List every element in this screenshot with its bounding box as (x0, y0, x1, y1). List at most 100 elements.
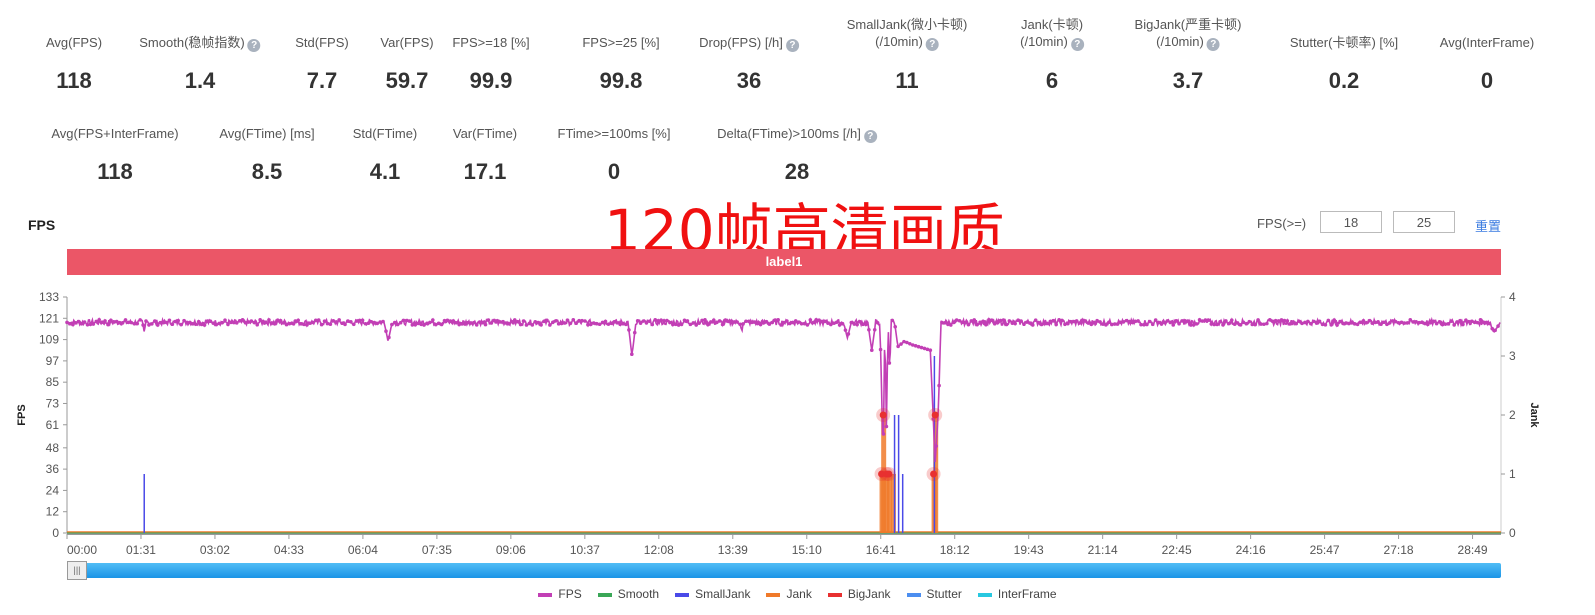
fps-point (884, 424, 889, 429)
fps-point (632, 330, 637, 335)
fps-point (846, 332, 851, 336)
zoom-slider[interactable] (67, 563, 1501, 578)
fps-point (855, 322, 859, 327)
fps-point (565, 318, 570, 322)
x-tick-label: 09:06 (496, 543, 526, 557)
x-tick-label: 15:10 (792, 543, 822, 557)
fps-point (164, 320, 169, 325)
x-tick-label: 06:04 (348, 543, 378, 557)
fps-point (1265, 321, 1269, 326)
x-tick-label: 25:47 (1310, 543, 1340, 557)
fps-point (650, 322, 655, 327)
fps-point (1493, 328, 1497, 333)
fps-point (1150, 322, 1155, 327)
legend-label: BigJank (847, 587, 891, 601)
fps-point (1168, 320, 1173, 325)
fps-point (483, 322, 488, 327)
x-tick-label: 10:37 (570, 543, 600, 557)
fps-point (1221, 323, 1225, 327)
fps-point (1452, 323, 1456, 327)
fps-point (881, 432, 886, 436)
y2-tick-label: 3 (1509, 349, 1516, 363)
fps-point (635, 319, 640, 323)
x-tick-label: 04:33 (274, 543, 304, 557)
fps-point (843, 328, 848, 332)
fps-point (507, 321, 511, 326)
fps-point (474, 323, 479, 327)
y-tick-label: 48 (46, 441, 60, 455)
fps-point (334, 320, 339, 324)
fps-point (603, 319, 608, 324)
fps-chart: 012243648617385971091211330123400:00 01:3… (16, 290, 1540, 557)
fps-point (486, 318, 491, 322)
fps-point (1077, 321, 1082, 325)
fps-point (808, 318, 813, 322)
legend-swatch-icon (675, 592, 690, 597)
fps-point (890, 318, 895, 323)
legend-item-interframe[interactable]: InterFrame (977, 587, 1057, 601)
legend-item-bigjank[interactable]: BigJank (827, 587, 891, 601)
fps-point (296, 318, 300, 323)
fps-point (252, 320, 257, 325)
y-axis-title: FPS (16, 404, 28, 425)
y-tick-label: 0 (52, 526, 59, 540)
fps-point (349, 319, 353, 324)
slider-handle[interactable]: ||| (67, 561, 87, 580)
fps-point (972, 318, 977, 322)
y2-tick-label: 0 (1509, 526, 1516, 540)
y-tick-label: 36 (46, 462, 60, 476)
fps-point (928, 348, 933, 353)
fps-point (1335, 323, 1339, 327)
fps-point (1355, 322, 1360, 327)
bigjank-point (885, 470, 893, 478)
fps-point (811, 320, 816, 325)
legend-label: SmallJank (695, 587, 751, 601)
fps-point (352, 322, 356, 327)
fps-point (1174, 318, 1178, 323)
fps-point (1367, 318, 1372, 323)
legend-label: Stutter (926, 587, 962, 601)
fps-point (1285, 319, 1290, 323)
fps-point (234, 321, 239, 325)
fps-point (1054, 322, 1058, 327)
x-tick-label: 13:39 (718, 543, 748, 557)
fps-point (264, 320, 268, 325)
fps-point (937, 383, 941, 388)
fps-point (741, 322, 745, 326)
fps-point (1186, 319, 1190, 323)
fps-point (1107, 320, 1111, 325)
fps-point (1145, 322, 1149, 327)
fps-point (1045, 321, 1050, 326)
fps-point (878, 347, 883, 352)
fps-point (1478, 317, 1483, 322)
fps-point (545, 318, 549, 323)
legend-item-fps[interactable]: FPS (538, 587, 582, 601)
fps-point (764, 319, 769, 324)
x-tick-label: 27:18 (1384, 543, 1414, 557)
y-tick-label: 85 (46, 375, 60, 389)
fps-point (949, 323, 953, 327)
fps-point (1379, 322, 1383, 327)
fps-point (1475, 320, 1480, 325)
fps-point (899, 342, 903, 346)
legend-item-jank[interactable]: Jank (766, 587, 812, 601)
fps-point (1104, 323, 1108, 327)
fps-point (381, 319, 385, 324)
fps-point (1215, 322, 1219, 327)
fps-point (1194, 322, 1199, 326)
fps-point (776, 318, 780, 322)
legend-item-smalljank[interactable]: SmallJank (675, 587, 750, 601)
fps-point (1437, 320, 1442, 324)
legend-item-stutter[interactable]: Stutter (906, 587, 962, 601)
fps-point (1001, 318, 1006, 322)
fps-point (431, 318, 435, 322)
fps-point (1244, 321, 1249, 326)
fps-point (1238, 323, 1243, 327)
fps-point (864, 322, 868, 327)
y-tick-label: 73 (46, 396, 60, 410)
fps-point (521, 319, 526, 323)
fps-point (141, 323, 145, 327)
legend-label: InterFrame (997, 587, 1057, 601)
fps-point (152, 319, 157, 323)
legend-item-smooth[interactable]: Smooth (597, 587, 659, 601)
